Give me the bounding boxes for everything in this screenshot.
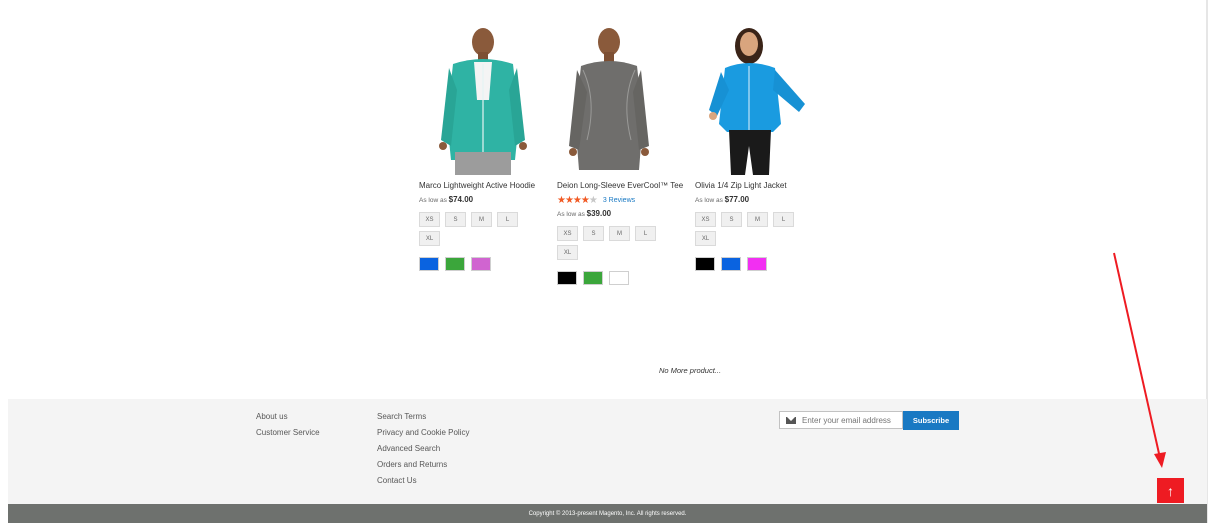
footer: About us Customer Service Search Terms P… bbox=[8, 399, 1207, 504]
product-item[interactable]: Olivia 1/4 Zip Light Jacket As low as $7… bbox=[695, 20, 830, 271]
size-option-xs[interactable]: XS bbox=[695, 212, 716, 227]
price-value: $74.00 bbox=[448, 195, 474, 204]
no-more-products-text: No More product... bbox=[658, 366, 722, 375]
size-option-m[interactable]: M bbox=[609, 226, 630, 241]
product-image[interactable] bbox=[695, 20, 825, 175]
size-option-xs[interactable]: XS bbox=[419, 212, 440, 227]
newsletter-email-field[interactable] bbox=[779, 411, 903, 429]
footer-link-contact-us[interactable]: Contact Us bbox=[377, 473, 469, 489]
color-swatch-white[interactable] bbox=[609, 271, 629, 285]
copyright-bar: Copyright © 2013-present Magento, Inc. A… bbox=[8, 504, 1207, 523]
price-value: $39.00 bbox=[586, 209, 612, 218]
product-price: As low as $77.00 bbox=[695, 195, 830, 204]
price-value: $77.00 bbox=[724, 195, 750, 204]
newsletter-form: Subscribe bbox=[779, 411, 959, 430]
subscribe-button[interactable]: Subscribe bbox=[903, 411, 959, 430]
copyright-text: Copyright © 2013-present Magento, Inc. A… bbox=[528, 510, 687, 517]
size-option-m[interactable]: M bbox=[471, 212, 492, 227]
size-options: XS S M L XL bbox=[419, 212, 544, 250]
size-option-xl[interactable]: XL bbox=[695, 231, 716, 246]
color-swatch-black[interactable] bbox=[695, 257, 715, 271]
product-item[interactable]: Deion Long-Sleeve EverCool™ Tee ★★★★★ 3 … bbox=[557, 20, 692, 285]
color-swatch-green[interactable] bbox=[583, 271, 603, 285]
color-swatches bbox=[419, 257, 554, 271]
product-item[interactable]: Marco Lightweight Active Hoodie As low a… bbox=[419, 20, 554, 271]
size-options: XS S M L XL bbox=[695, 212, 820, 250]
color-swatch-purple[interactable] bbox=[471, 257, 491, 271]
footer-links-column: About us Customer Service bbox=[256, 409, 320, 441]
product-price: As low as $74.00 bbox=[419, 195, 554, 204]
product-rating: ★★★★★ 3 Reviews bbox=[557, 194, 692, 206]
product-image[interactable] bbox=[557, 20, 687, 175]
color-swatches bbox=[557, 271, 692, 285]
footer-link-search-terms[interactable]: Search Terms bbox=[377, 409, 469, 425]
product-image[interactable] bbox=[419, 20, 549, 175]
rating-stars-icon: ★★★★★ bbox=[557, 194, 598, 206]
size-option-xl[interactable]: XL bbox=[419, 231, 440, 246]
price-label: As low as bbox=[557, 211, 585, 218]
color-swatches bbox=[695, 257, 830, 271]
back-to-top-button[interactable]: ↑ bbox=[1157, 478, 1184, 503]
size-option-l[interactable]: L bbox=[497, 212, 518, 227]
color-swatch-blue[interactable] bbox=[419, 257, 439, 271]
size-option-l[interactable]: L bbox=[773, 212, 794, 227]
footer-link-customer-service[interactable]: Customer Service bbox=[256, 425, 320, 441]
size-option-s[interactable]: S bbox=[721, 212, 742, 227]
price-label: As low as bbox=[695, 197, 723, 204]
footer-link-about-us[interactable]: About us bbox=[256, 409, 320, 425]
reviews-link[interactable]: 3 Reviews bbox=[603, 197, 635, 204]
size-options: XS S M L XL bbox=[557, 226, 682, 264]
footer-link-privacy-policy[interactable]: Privacy and Cookie Policy bbox=[377, 425, 469, 441]
product-price: As low as $39.00 bbox=[557, 209, 692, 218]
color-swatch-pink[interactable] bbox=[747, 257, 767, 271]
footer-links-column: Search Terms Privacy and Cookie Policy A… bbox=[377, 409, 469, 489]
page: Marco Lightweight Active Hoodie As low a… bbox=[0, 0, 1208, 523]
color-swatch-blue[interactable] bbox=[721, 257, 741, 271]
product-name-link[interactable]: Deion Long-Sleeve EverCool™ Tee bbox=[557, 181, 692, 191]
size-option-s[interactable]: S bbox=[583, 226, 604, 241]
price-label: As low as bbox=[419, 197, 447, 204]
color-swatch-black[interactable] bbox=[557, 271, 577, 285]
size-option-xs[interactable]: XS bbox=[557, 226, 578, 241]
arrow-up-icon: ↑ bbox=[1167, 482, 1174, 499]
product-name-link[interactable]: Olivia 1/4 Zip Light Jacket bbox=[695, 181, 830, 191]
size-option-xl[interactable]: XL bbox=[557, 245, 578, 260]
product-name-link[interactable]: Marco Lightweight Active Hoodie bbox=[419, 181, 554, 191]
color-swatch-green[interactable] bbox=[445, 257, 465, 271]
newsletter-email-input[interactable] bbox=[802, 415, 897, 425]
envelope-icon bbox=[786, 416, 796, 424]
footer-link-orders-returns[interactable]: Orders and Returns bbox=[377, 457, 469, 473]
size-option-m[interactable]: M bbox=[747, 212, 768, 227]
footer-link-advanced-search[interactable]: Advanced Search bbox=[377, 441, 469, 457]
size-option-s[interactable]: S bbox=[445, 212, 466, 227]
size-option-l[interactable]: L bbox=[635, 226, 656, 241]
